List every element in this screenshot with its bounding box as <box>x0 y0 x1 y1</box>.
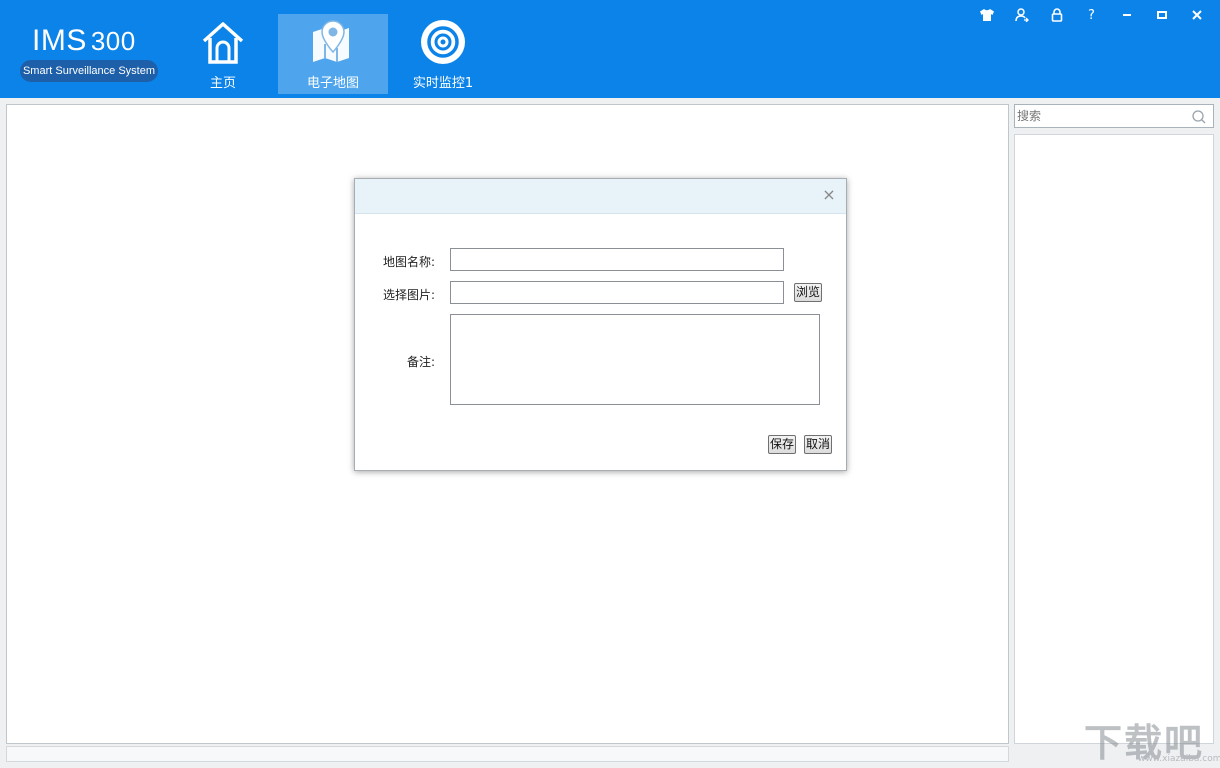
map-list-panel <box>1014 134 1214 744</box>
search-icon[interactable] <box>1191 109 1207 125</box>
title-bar: IMS300 Smart Surveillance System 主页 电子地图… <box>0 0 1220 98</box>
search-box <box>1014 104 1214 128</box>
select-image-label: 选择图片: <box>355 286 435 303</box>
skin-button[interactable] <box>969 4 1004 26</box>
home-icon <box>199 18 247 66</box>
add-map-dialog: × 地图名称: 选择图片: 浏览 备注: 保存 取消 <box>354 178 847 471</box>
camera-lens-icon <box>419 18 467 66</box>
lock-button[interactable] <box>1039 4 1074 26</box>
user-switch-icon <box>1015 8 1029 22</box>
map-name-label: 地图名称: <box>355 253 435 270</box>
browse-button[interactable]: 浏览 <box>794 283 822 302</box>
search-input[interactable] <box>1017 107 1187 125</box>
save-button[interactable]: 保存 <box>768 435 796 454</box>
watermark: 下载吧 www.xiazaiba.com <box>1080 712 1216 764</box>
remark-textarea[interactable] <box>450 314 820 405</box>
close-button[interactable] <box>1179 4 1214 26</box>
status-strip <box>6 746 1009 762</box>
tab-home-label: 主页 <box>168 72 278 91</box>
map-name-input[interactable] <box>450 248 784 271</box>
lock-icon <box>1051 8 1063 22</box>
logo-subtitle: Smart Surveillance System <box>20 60 158 82</box>
logo-version: 300 <box>91 26 136 56</box>
window-controls: ? <box>969 4 1214 26</box>
minimize-button[interactable] <box>1109 4 1144 26</box>
tab-electronic-map[interactable]: 电子地图 <box>278 14 388 94</box>
minimize-icon <box>1121 9 1133 21</box>
watermark-url: www.xiazaiba.com <box>1138 754 1220 764</box>
maximize-button[interactable] <box>1144 4 1179 26</box>
logo-name: IMS <box>32 24 87 57</box>
remark-label: 备注: <box>355 353 435 370</box>
tab-live-monitor[interactable]: 实时监控1 <box>388 14 498 94</box>
logo-title: IMS300 <box>32 24 136 58</box>
account-button[interactable] <box>1004 4 1039 26</box>
map-pin-icon <box>309 18 357 66</box>
image-path-input[interactable] <box>450 281 784 304</box>
app-logo: IMS300 Smart Surveillance System <box>18 24 160 86</box>
tab-live-monitor-label: 实时监控1 <box>388 72 498 91</box>
close-icon <box>1191 9 1203 21</box>
tab-electronic-map-label: 电子地图 <box>278 72 388 91</box>
dialog-close-button[interactable]: × <box>820 186 838 204</box>
maximize-icon <box>1156 9 1168 21</box>
dialog-header: × <box>355 179 846 214</box>
help-button[interactable]: ? <box>1074 4 1109 26</box>
tab-home[interactable]: 主页 <box>168 14 278 94</box>
cancel-button[interactable]: 取消 <box>804 435 832 454</box>
shirt-icon <box>979 8 995 22</box>
